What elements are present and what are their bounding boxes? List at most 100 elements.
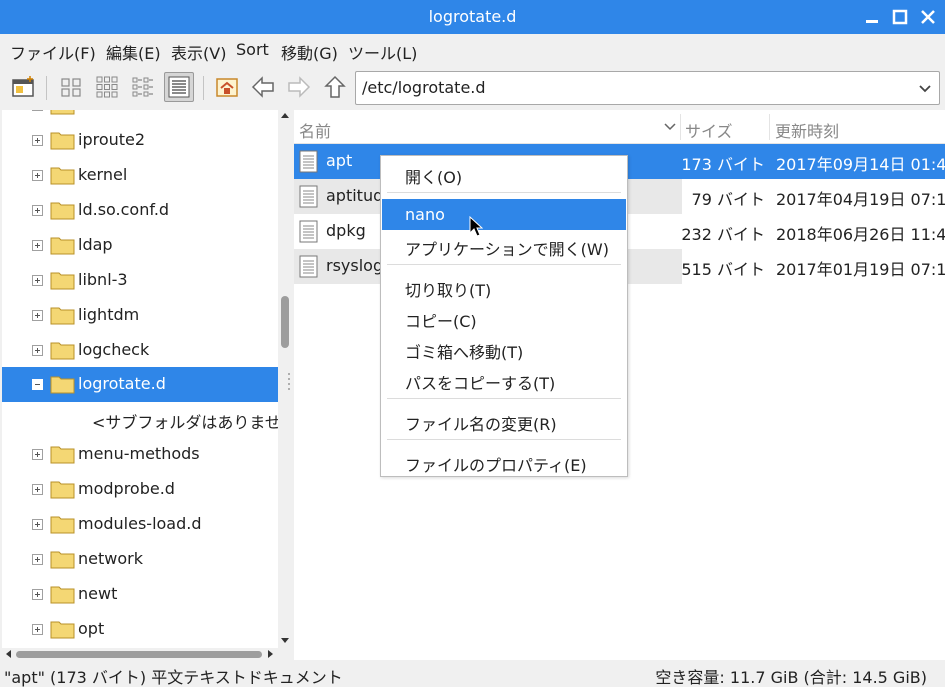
menu-item-copy[interactable]: コピー(C): [382, 302, 626, 333]
tree-item[interactable]: libnl-3: [2, 263, 278, 298]
column-size[interactable]: サイズ: [685, 118, 733, 142]
tree-item[interactable]: menu-methods: [2, 437, 278, 472]
list-view-icon: [168, 76, 190, 98]
expand-icon[interactable]: [32, 205, 43, 216]
tree-item-label: kernel: [78, 165, 128, 184]
compact-view-icon: [132, 77, 153, 97]
chevron-down-icon[interactable]: [917, 80, 933, 96]
column-name[interactable]: 名前: [299, 118, 331, 142]
file-name: apt: [326, 151, 353, 170]
menu-item-nano[interactable]: nano: [382, 199, 626, 230]
column-divider: [680, 114, 681, 140]
scroll-up-icon[interactable]: [278, 110, 292, 120]
forward-button[interactable]: [284, 72, 314, 102]
tree-item[interactable]: kernel: [2, 158, 278, 193]
expand-icon[interactable]: [32, 240, 43, 251]
title-bar: logrotate.d: [0, 0, 945, 34]
icon-view-icon: [61, 78, 81, 97]
tree-item[interactable]: ldap: [2, 228, 278, 263]
status-bar: "apt" (173 バイト) 平文テキストドキュメント 空き容量: 11.7 …: [0, 660, 945, 687]
tree-item[interactable]: modules-load.d: [2, 507, 278, 542]
tree-item-selected[interactable]: logrotate.d: [2, 367, 278, 402]
expand-icon[interactable]: [32, 135, 43, 146]
menu-item-copy-path[interactable]: パスをコピーする(T): [382, 364, 626, 395]
expand-icon[interactable]: [32, 310, 43, 321]
menu-file[interactable]: ファイル(F): [10, 40, 96, 64]
file-size: 232 バイト: [681, 225, 765, 244]
tree-item[interactable]: logcheck: [2, 333, 278, 368]
folder-icon: [50, 481, 75, 499]
menu-edit[interactable]: 編集(E): [106, 40, 161, 64]
back-arrow-icon: [251, 76, 274, 98]
menu-item-properties[interactable]: ファイルのプロパティ(E): [382, 446, 626, 477]
tree-item[interactable]: modprobe.d: [2, 472, 278, 507]
scrollbar-thumb[interactable]: [16, 651, 262, 658]
menu-go[interactable]: 移動(G): [281, 40, 338, 64]
tree-item[interactable]: network: [2, 542, 278, 577]
expand-icon[interactable]: [32, 275, 43, 286]
file-modified: 2017年01月19日 07:14: [776, 260, 945, 279]
collapse-icon[interactable]: [32, 379, 43, 390]
menu-item-trash[interactable]: ゴミ箱へ移動(T): [382, 333, 626, 364]
context-menu: 開く(O) nano アプリケーションで開く(W) 切り取り(T) コピー(C)…: [380, 155, 628, 477]
menu-item-open[interactable]: 開く(O): [382, 158, 626, 189]
expand-icon[interactable]: [32, 589, 43, 600]
mouse-cursor-icon: [469, 216, 483, 237]
icon-view-button[interactable]: [56, 72, 86, 102]
menu-view[interactable]: 表示(V): [171, 40, 226, 64]
up-button[interactable]: [320, 72, 350, 102]
expand-icon[interactable]: [32, 554, 43, 565]
expand-icon[interactable]: [32, 519, 43, 530]
home-button[interactable]: [212, 72, 242, 102]
pane-splitter-handle[interactable]: [286, 370, 292, 392]
expand-icon[interactable]: [32, 484, 43, 495]
tree-item[interactable]: lightdm: [2, 298, 278, 333]
tree-item[interactable]: newt: [2, 577, 278, 612]
text-file-icon: [299, 150, 318, 173]
tree-item[interactable]: [2, 110, 278, 123]
column-divider: [769, 114, 770, 140]
tree-item[interactable]: ld.so.conf.d: [2, 193, 278, 228]
expand-icon[interactable]: [32, 345, 43, 356]
scrollbar-thumb[interactable]: [281, 296, 289, 348]
column-modified[interactable]: 更新時刻: [775, 118, 839, 142]
tree-horizontal-scrollbar[interactable]: [2, 648, 278, 660]
folder-icon: [50, 237, 75, 255]
expand-icon[interactable]: [32, 170, 43, 181]
scroll-right-icon[interactable]: [266, 648, 276, 660]
path-input[interactable]: [362, 78, 902, 97]
toolbar: [0, 66, 945, 110]
tree-item-label: libnl-3: [78, 270, 128, 289]
menu-item-label: ゴミ箱へ移動(T): [405, 343, 524, 362]
expand-icon[interactable]: [32, 624, 43, 635]
tree-item[interactable]: iproute2: [2, 123, 278, 158]
scroll-down-icon[interactable]: [278, 636, 292, 646]
maximize-button[interactable]: [890, 7, 910, 27]
file-modified: 2017年04月19日 07:11: [776, 190, 945, 209]
file-size: 173 バイト: [681, 155, 765, 174]
file-modified: 2018年06月26日 11:48: [776, 225, 945, 244]
expand-icon[interactable]: [32, 110, 43, 111]
tree-item-label: iproute2: [78, 130, 146, 149]
menu-item-cut[interactable]: 切り取り(T): [382, 271, 626, 302]
menu-tools[interactable]: ツール(L): [348, 40, 417, 64]
home-icon: [216, 78, 238, 97]
folder-icon: [50, 272, 75, 290]
toolbar-separator: [46, 76, 47, 100]
thumbnail-view-button[interactable]: [92, 72, 122, 102]
expand-icon[interactable]: [32, 449, 43, 460]
back-button[interactable]: [248, 72, 278, 102]
detailed-list-view-button[interactable]: [164, 72, 194, 102]
path-bar[interactable]: [355, 71, 940, 105]
folder-icon: [50, 132, 75, 150]
compact-view-button[interactable]: [128, 72, 158, 102]
menu-item-rename[interactable]: ファイル名の変更(R): [382, 405, 626, 436]
scroll-left-icon[interactable]: [3, 648, 13, 660]
menu-sort[interactable]: Sort: [236, 40, 269, 59]
menu-item-label: nano: [405, 205, 445, 224]
close-button[interactable]: [918, 7, 938, 27]
new-window-button[interactable]: [8, 72, 38, 102]
minimize-button[interactable]: [862, 7, 882, 27]
tree-item[interactable]: opt: [2, 612, 278, 647]
menu-item-open-with[interactable]: アプリケーションで開く(W): [382, 230, 626, 261]
